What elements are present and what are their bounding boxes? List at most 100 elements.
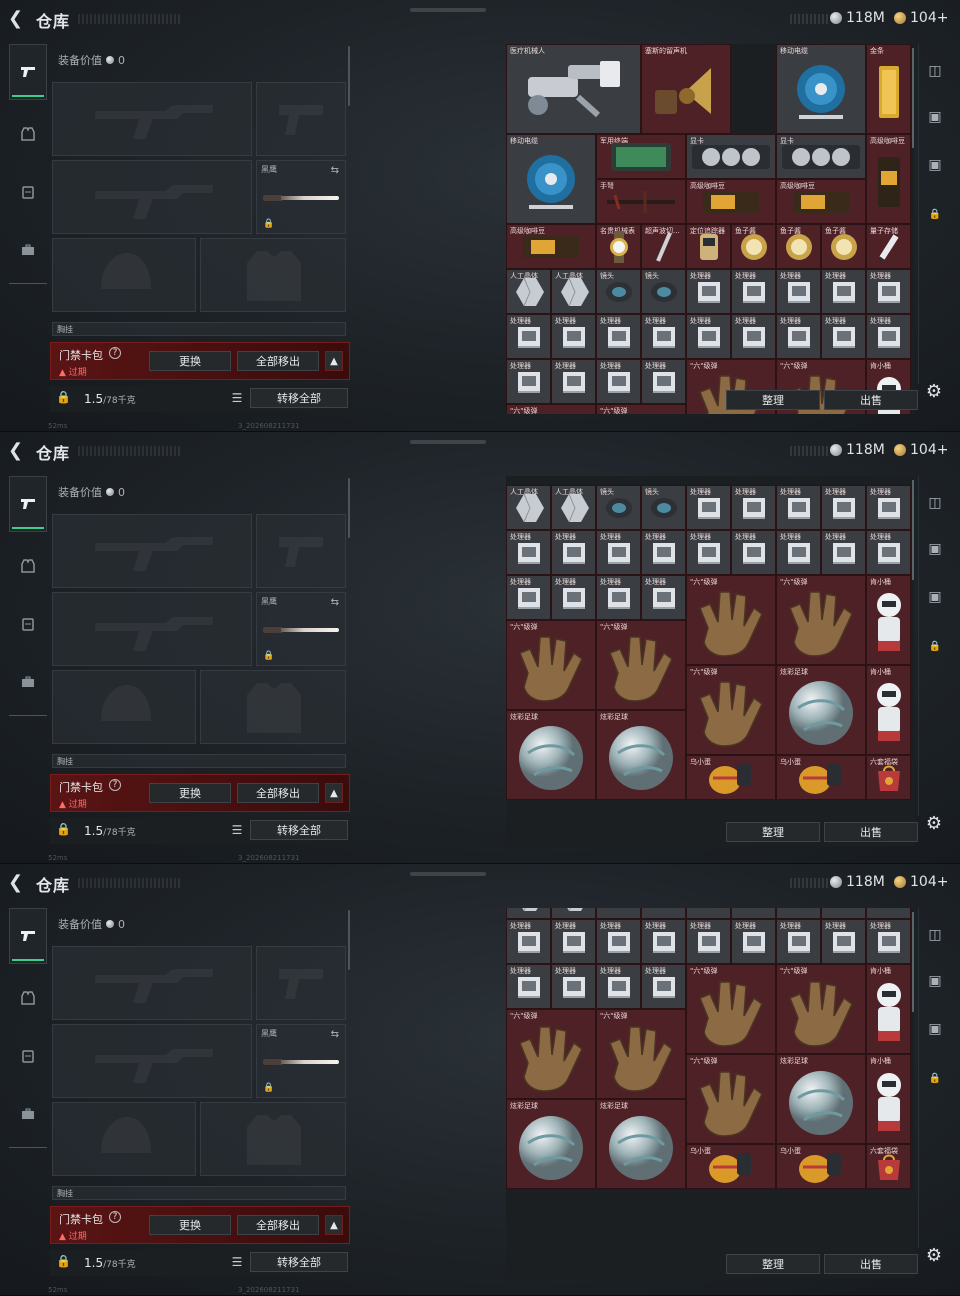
stash-item-crystal[interactable]: 人工晶体 [506,908,551,920]
chevron-up-icon[interactable]: ▲ [325,351,343,371]
stash-item-ball[interactable]: 炫彩足球 [596,1099,686,1190]
stash-item-probe[interactable]: 超声波切... [641,224,686,269]
stash-item-crystal[interactable]: 人工晶体 [551,485,596,530]
chest-rig-slot[interactable]: 胸挂 [52,754,346,768]
stash-item-processor[interactable]: 处理器 [821,314,866,359]
sidearm-slot[interactable] [256,946,346,1020]
stash-item-figurine[interactable]: 肯小桶 [866,665,911,755]
stash-item-medical_arm[interactable]: 医疗机械人 [506,44,641,134]
stash-item-cable_reel[interactable]: 移动电缆 [776,44,866,134]
stash-item-processor[interactable]: 处理器 [686,919,731,965]
stash-item-processor[interactable]: 处理器 [776,908,821,920]
stash-item-processor[interactable]: 处理器 [551,314,596,359]
stash-item-processor[interactable]: 处理器 [641,964,686,1010]
gear-icon[interactable]: ⚙ [922,812,946,836]
stash-item-lens[interactable]: 镜头 [596,269,641,314]
helmet-slot[interactable] [52,1102,196,1176]
stash-item-ball[interactable]: 炫彩足球 [506,710,596,800]
nav-case[interactable] [9,222,47,278]
list-icon[interactable]: ☰ [228,821,246,839]
remove-all-button[interactable]: 全部移出 [237,1215,319,1235]
stash-item-ball[interactable]: 炫彩足球 [596,710,686,800]
padlock-icon[interactable]: 🔒 [56,822,71,836]
sidearm-slot[interactable] [256,82,346,156]
stash-item-egg[interactable]: 乌小蛋 [776,755,866,800]
stash-item-figurine[interactable]: 肯小桶 [866,964,911,1055]
replace-button[interactable]: 更换 [149,1215,231,1235]
stash-item-processor[interactable]: 处理器 [506,314,551,359]
chest-rig-slot[interactable]: 胸挂 [52,1186,346,1200]
nav-weapons[interactable] [9,908,47,964]
stash-tab-2-icon[interactable]: ▣ [924,154,946,176]
gear-icon[interactable]: ⚙ [922,380,946,404]
back-arrow-icon[interactable]: ❮ [8,440,30,462]
nav-case[interactable] [9,1086,47,1142]
stash-item-processor[interactable]: 处理器 [551,530,596,575]
stash-item-processor[interactable]: 处理器 [506,530,551,575]
stash-item-egg[interactable]: 乌小蛋 [686,755,776,800]
stash-item-egg[interactable]: 乌小蛋 [686,1144,776,1190]
stash-item-processor[interactable]: 处理器 [821,530,866,575]
nav-armor[interactable] [9,538,47,594]
stash-item-ball[interactable]: 炫彩足球 [776,665,866,755]
stash-item-gift[interactable]: 六套福袋 [866,755,911,800]
stash-item-processor[interactable]: 处理器 [821,269,866,314]
stash-item-capsule[interactable]: 鱼子酱 [821,224,866,269]
stash-item-gold_bar[interactable]: 金条 [866,44,911,134]
nav-backpack[interactable] [9,1028,47,1084]
gold-currency[interactable]: 104+ [894,442,948,458]
stash-item-processor[interactable]: 处理器 [776,530,821,575]
stash-item-gift[interactable]: 六套福袋 [866,1144,911,1190]
sell-button[interactable]: 出售 [824,390,918,410]
stash-tab-2-icon[interactable]: ▣ [924,1018,946,1040]
stash-item-processor[interactable]: 处理器 [776,919,821,965]
stash-item-lens[interactable]: 镜头 [641,269,686,314]
remove-all-button[interactable]: 全部移出 [237,351,319,371]
sidearm-slot[interactable] [256,514,346,588]
stash-item-capsule[interactable]: 鱼子酱 [776,224,821,269]
nav-weapons[interactable] [9,476,47,532]
stash-item-processor[interactable]: 处理器 [776,314,821,359]
stash-item-processor[interactable]: 处理器 [866,485,911,530]
stash-item-hand[interactable]: "六"级弹 [596,620,686,710]
stash-item-processor[interactable]: 处理器 [686,269,731,314]
stash-item-lens[interactable]: 镜头 [596,485,641,530]
stash-scrollbar[interactable] [912,912,914,1012]
helmet-slot[interactable] [52,238,196,312]
stash-item-cable_reel[interactable]: 移动电缆 [506,134,596,224]
stash-item-hand[interactable]: "六"级弹 [506,1009,596,1100]
nav-armor[interactable] [9,106,47,162]
stash-item-processor[interactable]: 处理器 [686,485,731,530]
stash-item-gpu[interactable]: 显卡 [686,134,776,179]
gold-currency[interactable]: 104+ [894,10,948,26]
stash-item-hand[interactable]: "六"级弹 [596,1009,686,1100]
sort-button[interactable]: 整理 [726,390,820,410]
stash-item-processor[interactable]: 处理器 [641,575,686,620]
stash-scrollbar[interactable] [912,480,914,580]
stash-home-icon[interactable]: ◫ [924,924,946,946]
stash-item-hand[interactable]: "六"级弹 [506,620,596,710]
armor-slot[interactable] [200,238,346,312]
stash-tab-1-icon[interactable]: ▣ [924,538,946,560]
padlock-icon[interactable]: 🔒 [56,1254,71,1268]
stash-item-processor[interactable]: 处理器 [731,919,776,965]
chest-rig-slot[interactable]: 胸挂 [52,322,346,336]
sort-button[interactable]: 整理 [726,822,820,842]
armor-slot[interactable] [200,670,346,744]
gold-currency[interactable]: 104+ [894,874,948,890]
gear-icon[interactable]: ⚙ [922,1244,946,1268]
stash-item-crystal[interactable]: 人工晶体 [506,485,551,530]
stash-item-coffee[interactable]: 高级咖啡豆 [506,224,596,269]
stash-item-tablet[interactable]: 军用终端 [596,134,686,179]
stash-item-processor[interactable]: 处理器 [686,314,731,359]
list-icon[interactable]: ☰ [228,389,246,407]
stash-item-processor[interactable]: 处理器 [596,964,641,1010]
chevron-up-icon[interactable]: ▲ [325,783,343,803]
sort-button[interactable]: 整理 [726,1254,820,1274]
stash-item-lens[interactable]: 镜头 [641,485,686,530]
sell-button[interactable]: 出售 [824,1254,918,1274]
stash-item-figurine[interactable]: 肯小桶 [866,1054,911,1145]
stash-tab-2-icon[interactable]: ▣ [924,586,946,608]
swap-icon[interactable]: ⇆ [331,165,339,176]
stash-item-processor[interactable]: 处理器 [506,919,551,965]
